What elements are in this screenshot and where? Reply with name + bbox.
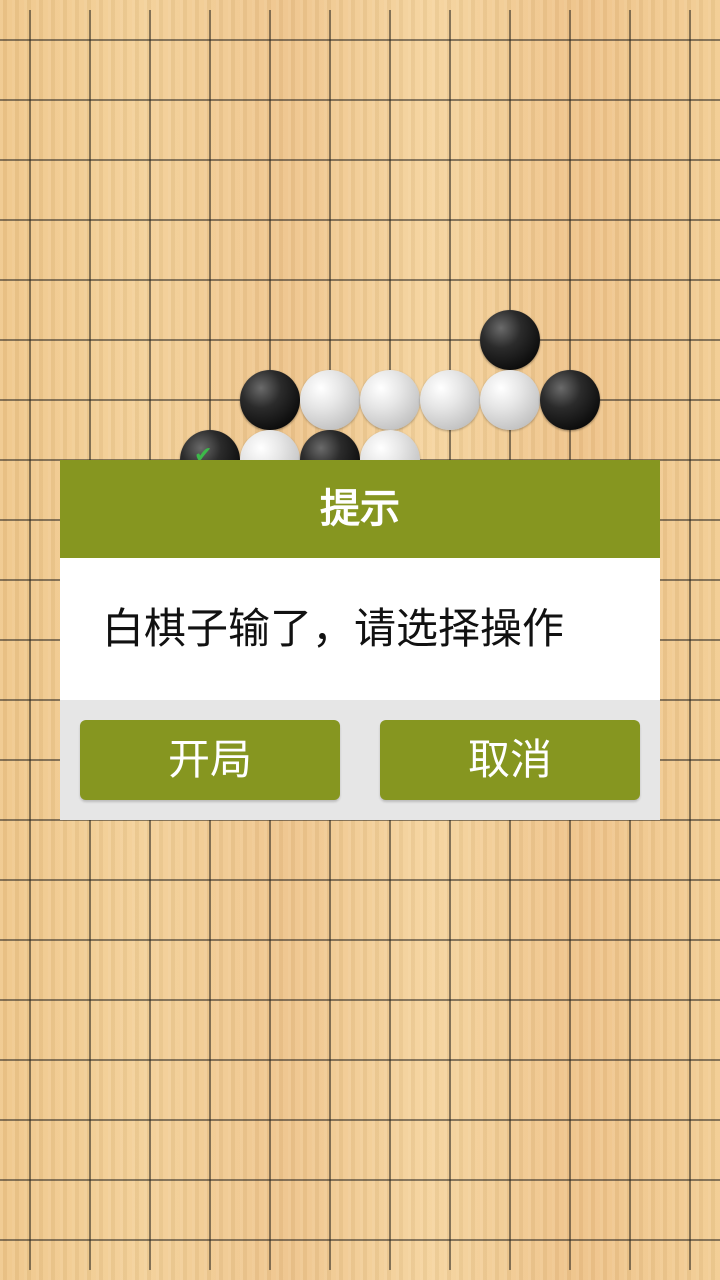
dialog-body: 白棋子输了，请选择操作 bbox=[60, 558, 660, 700]
white-stone bbox=[300, 370, 360, 430]
new-game-button[interactable]: 开局 bbox=[80, 720, 340, 800]
game-over-dialog: 提示 白棋子输了，请选择操作 开局 取消 bbox=[60, 460, 660, 820]
white-stone bbox=[420, 370, 480, 430]
white-stone bbox=[480, 370, 540, 430]
black-stone bbox=[240, 370, 300, 430]
dialog-message: 白棋子输了，请选择操作 bbox=[102, 604, 565, 653]
white-stone bbox=[360, 370, 420, 430]
black-stone bbox=[540, 370, 600, 430]
dialog-title: 提示 bbox=[60, 460, 660, 558]
black-stone bbox=[480, 310, 540, 370]
cancel-button[interactable]: 取消 bbox=[380, 720, 640, 800]
